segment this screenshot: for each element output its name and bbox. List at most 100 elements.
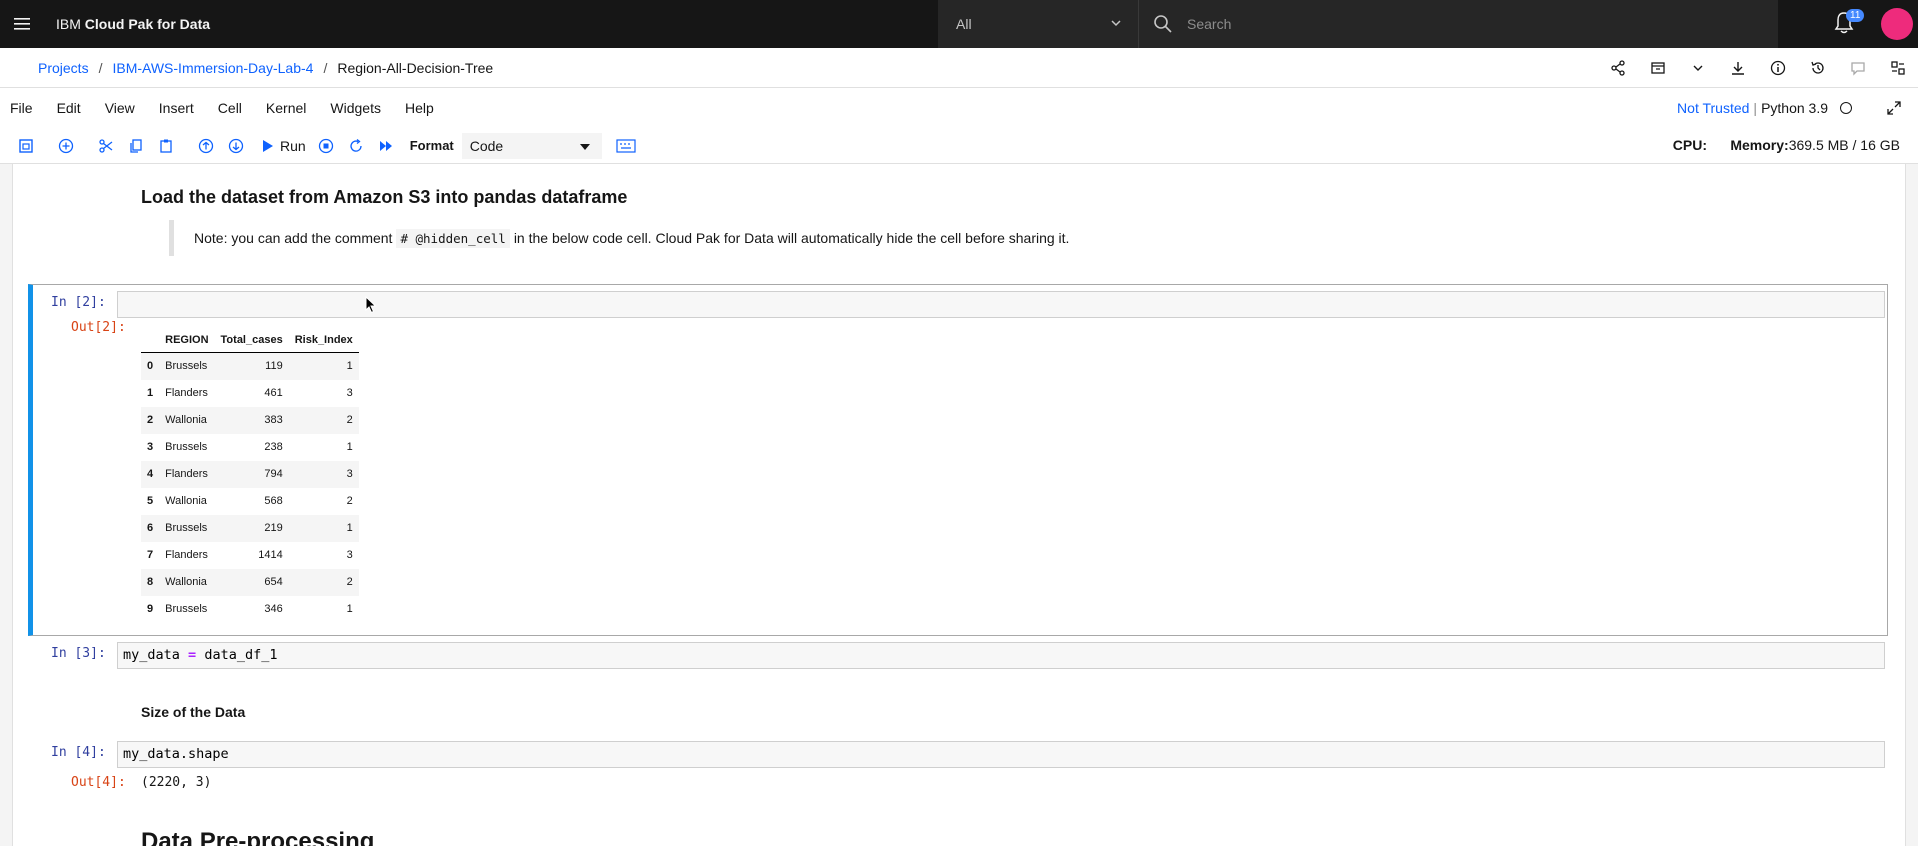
menu-kernel[interactable]: Kernel: [266, 100, 306, 116]
menu-view[interactable]: View: [105, 100, 135, 116]
cell-risk-index: 1: [288, 514, 359, 542]
cell-type-value: Code: [469, 137, 504, 154]
cut-icon[interactable]: [92, 132, 120, 160]
cell-risk-index: 1: [346, 603, 353, 615]
cell-total-cases: 383: [214, 406, 289, 434]
breadcrumb-projects-link[interactable]: Projects: [38, 60, 89, 76]
cell-risk-index: 2: [288, 406, 359, 434]
schedule-job-icon[interactable]: [1638, 48, 1678, 88]
memory-value: 369.5 MB / 16 GB: [1788, 137, 1900, 153]
cell-risk-index: 3: [346, 387, 353, 399]
search-scope-value: All: [956, 16, 972, 32]
menu-edit[interactable]: Edit: [57, 100, 81, 116]
row-index: 6: [141, 514, 160, 542]
cell-total-cases: 219: [214, 514, 289, 542]
code-token: data_df_1: [204, 647, 278, 663]
breadcrumb-separator: /: [323, 59, 328, 76]
row-index: 3: [147, 441, 154, 453]
menu-cell[interactable]: Cell: [218, 100, 242, 116]
code-snippets-icon[interactable]: [1878, 48, 1918, 88]
cell-out-prompt: Out[4]:: [71, 775, 126, 790]
top-header: IBM Cloud Pak for Data All Search 11: [0, 0, 1918, 48]
restart-icon[interactable]: [342, 132, 370, 160]
fast-forward-icon[interactable]: [372, 132, 400, 160]
chevron-down-icon: [1111, 20, 1121, 27]
search-icon: [1154, 15, 1172, 33]
menu-file[interactable]: File: [10, 100, 33, 116]
menu-insert[interactable]: Insert: [159, 100, 194, 116]
table-row: 5 Wallonia 568 2: [141, 488, 359, 515]
table-row: 8 Wallonia 654 2: [141, 568, 359, 596]
code-cell-input[interactable]: my_data = data_df_1: [117, 642, 1885, 669]
breadcrumb-project-link[interactable]: IBM-AWS-Immersion-Day-Lab-4: [112, 60, 313, 76]
table-row: 1 Flanders 461 3: [141, 380, 359, 407]
menu-help[interactable]: Help: [405, 100, 434, 116]
cell-region: Flanders: [159, 460, 215, 488]
move-up-icon[interactable]: [192, 132, 220, 160]
stop-icon[interactable]: [312, 132, 340, 160]
cell-region: Brussels: [159, 514, 215, 542]
move-down-icon[interactable]: [222, 132, 250, 160]
brand-prefix: IBM: [56, 16, 81, 32]
dataframe-table: REGION Total_cases Risk_Index 0 Brussels 1…: [141, 328, 359, 623]
markdown-heading: Load the dataset from Amazon S3 into pan…: [141, 187, 628, 207]
run-button[interactable]: Run: [262, 138, 306, 154]
cell-region: Brussels: [165, 441, 208, 453]
product-name[interactable]: IBM Cloud Pak for Data: [56, 16, 210, 32]
cell-type-select[interactable]: Code: [461, 132, 602, 159]
row-index: 9: [147, 603, 154, 615]
copy-icon[interactable]: [122, 132, 150, 160]
search-scope-dropdown[interactable]: All: [938, 0, 1138, 48]
table-row: 9 Brussels 346 1: [141, 596, 359, 623]
cell-total-cases: 461: [264, 387, 283, 399]
cell-region: Flanders: [165, 387, 208, 399]
cell-total-cases: 119: [214, 352, 289, 380]
not-trusted-button[interactable]: Not Trusted: [1677, 100, 1749, 116]
cpu-label: CPU:: [1672, 137, 1707, 153]
markdown-note: Note: you can add the comment # @hidden_…: [169, 220, 1069, 256]
row-index: 2: [141, 406, 160, 434]
format-label: Format: [409, 138, 454, 153]
cell-total-cases: 794: [214, 460, 289, 488]
cell-region: Brussels: [165, 603, 208, 615]
chevron-down-icon[interactable]: [1678, 48, 1718, 88]
code-token: my_data: [123, 647, 180, 663]
kernel-separator: |: [1753, 100, 1758, 116]
kernel-name[interactable]: Python 3.9: [1761, 100, 1828, 116]
run-label: Run: [280, 137, 306, 154]
cell-risk-index: 3: [346, 549, 353, 561]
table-row: 6 Brussels 219 1: [141, 514, 359, 542]
code-operator: =: [188, 647, 197, 663]
breadcrumb-current: Region-All-Decision-Tree: [337, 59, 494, 76]
cell-risk-index: 1: [288, 352, 359, 380]
expand-icon[interactable]: [1886, 100, 1902, 116]
download-icon[interactable]: [1718, 48, 1758, 88]
code-cell-input[interactable]: [117, 291, 1885, 318]
info-icon[interactable]: [1758, 48, 1798, 88]
menu-widgets[interactable]: Widgets: [330, 100, 381, 116]
add-cell-icon[interactable]: [52, 132, 80, 160]
cell-in-prompt: In [4]:: [51, 745, 106, 760]
caret-down-icon: [579, 143, 590, 150]
comments-icon[interactable]: [1838, 48, 1878, 88]
user-avatar[interactable]: [1881, 8, 1913, 40]
cell-total-cases: 654: [214, 568, 289, 596]
note-code: # @hidden_cell: [396, 228, 510, 248]
version-history-icon[interactable]: [1798, 48, 1838, 88]
breadcrumb: Projects / IBM-AWS-Immersion-Day-Lab-4 /…: [0, 48, 1918, 88]
share-icon[interactable]: [1598, 48, 1638, 88]
keyboard-icon[interactable]: [612, 132, 640, 160]
paste-icon[interactable]: [152, 132, 180, 160]
code-cell-input[interactable]: my_data.shape: [117, 741, 1885, 768]
table-row: 3 Brussels 238 1: [141, 434, 359, 461]
row-index: 0: [141, 352, 160, 380]
memory-label: Memory:: [1730, 137, 1789, 153]
column-header: [141, 328, 160, 353]
cell-total-cases: 238: [264, 441, 283, 453]
notebook-container: Load the dataset from Amazon S3 into pan…: [12, 164, 1906, 846]
search-input[interactable]: Search: [1138, 0, 1778, 48]
notebook-actions: [1598, 48, 1918, 88]
row-index: 5: [147, 495, 154, 507]
save-icon[interactable]: [12, 132, 40, 160]
menu-icon[interactable]: [0, 0, 44, 48]
